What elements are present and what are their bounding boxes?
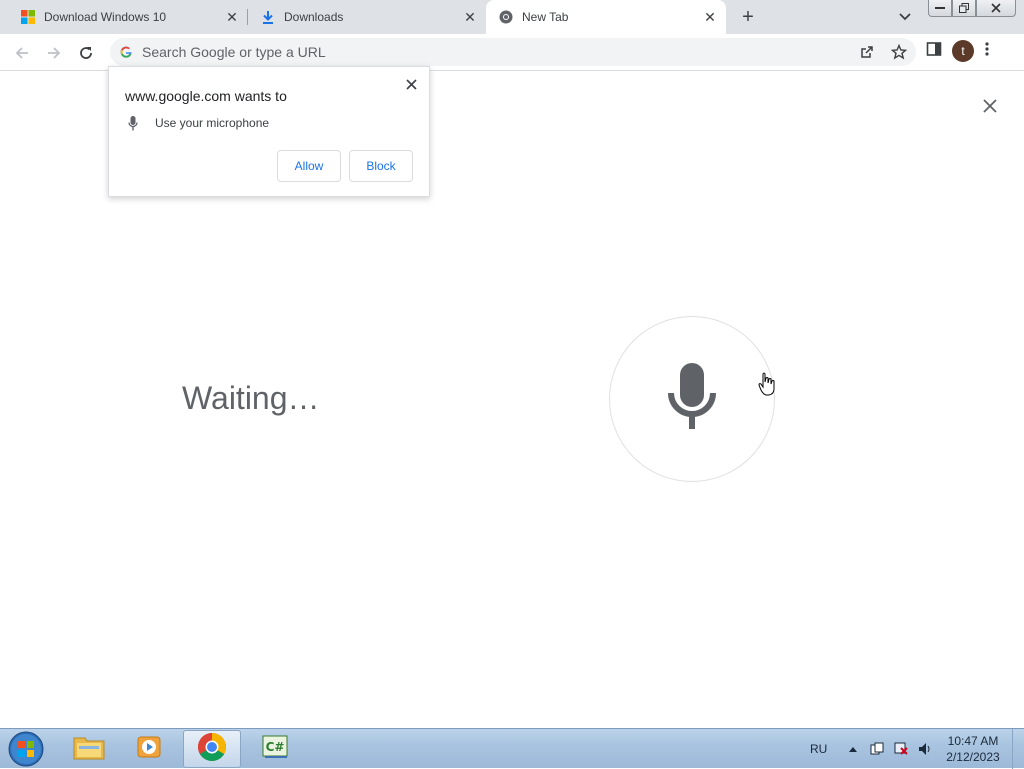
tab-title: Downloads (284, 10, 344, 24)
reload-button[interactable] (73, 40, 99, 66)
windows-logo-icon (20, 9, 36, 25)
tab-downloads[interactable]: Downloads ✕ (248, 0, 486, 34)
microphone-icon (668, 362, 716, 436)
close-popup-button[interactable] (402, 75, 420, 93)
start-button[interactable] (6, 730, 46, 768)
taskbar-csharp-app[interactable]: C# (246, 730, 304, 768)
action-center-icon[interactable] (869, 741, 885, 757)
tab-title: New Tab (522, 10, 569, 24)
taskbar-media-player[interactable] (120, 730, 178, 768)
chevron-down-icon[interactable] (894, 6, 916, 28)
hand-cursor-icon (758, 372, 776, 396)
show-desktop-button[interactable] (1012, 729, 1024, 769)
taskbar-chrome[interactable] (183, 730, 241, 768)
avatar[interactable]: t (952, 40, 974, 62)
more-menu-icon[interactable] (984, 41, 990, 62)
chrome-icon (498, 9, 514, 25)
new-tab-button[interactable]: + (736, 5, 760, 29)
folder-icon (73, 734, 105, 765)
tab-strip: Download Windows 10 ✕ Downloads ✕ New Ta… (0, 0, 1024, 34)
clock-date: 2/12/2023 (946, 750, 1000, 764)
browser-window: Download Windows 10 ✕ Downloads ✕ New Ta… (0, 0, 1024, 728)
clock-time: 10:47 AM (947, 734, 999, 748)
permission-request-row: Use your microphone (125, 115, 269, 131)
restore-button[interactable] (952, 0, 976, 17)
forward-button[interactable] (41, 40, 67, 66)
back-button[interactable] (9, 40, 35, 66)
media-player-icon (136, 734, 162, 765)
svg-text:C#: C# (266, 740, 285, 754)
window-controls (928, 0, 1016, 18)
search-input[interactable] (142, 44, 822, 60)
taskbar: C# RU 10:47 AM 2/12/2023 (0, 728, 1024, 769)
bookmark-star-icon[interactable] (888, 40, 910, 64)
voice-mic-button[interactable] (609, 316, 775, 482)
close-window-button[interactable] (976, 0, 1016, 17)
tab-new-tab[interactable]: New Tab ✕ (486, 0, 726, 34)
chevron-up-icon[interactable] (845, 741, 861, 757)
download-icon (260, 9, 276, 25)
system-tray: RU (810, 729, 941, 769)
omnibox[interactable] (110, 38, 916, 66)
voice-status-text: Waiting… (182, 380, 320, 416)
taskbar-explorer[interactable] (60, 730, 118, 768)
side-panel-icon[interactable] (926, 41, 942, 62)
close-tab-icon[interactable]: ✕ (460, 7, 480, 27)
tab-download-windows[interactable]: Download Windows 10 ✕ (0, 0, 248, 34)
allow-button[interactable]: Allow (277, 150, 341, 182)
language-indicator[interactable]: RU (810, 742, 827, 756)
google-g-icon (118, 44, 134, 60)
network-icon[interactable] (893, 741, 909, 757)
block-button[interactable]: Block (349, 150, 413, 182)
permission-request-text: Use your microphone (155, 116, 270, 130)
minimize-button[interactable] (928, 0, 952, 17)
close-tab-icon[interactable]: ✕ (222, 7, 242, 27)
csharp-icon: C# (261, 734, 289, 765)
microphone-icon (125, 115, 141, 131)
chrome-icon (197, 732, 227, 767)
close-voice-search-button[interactable] (978, 94, 1002, 118)
volume-icon[interactable] (917, 741, 933, 757)
permission-popup: www.google.com wants to Use your microph… (108, 66, 430, 197)
clock[interactable]: 10:47 AM 2/12/2023 (940, 733, 1006, 765)
close-tab-icon[interactable]: ✕ (700, 7, 720, 27)
tab-title: Download Windows 10 (44, 10, 167, 24)
permission-title: www.google.com wants to (125, 88, 287, 104)
share-icon[interactable] (856, 40, 878, 64)
